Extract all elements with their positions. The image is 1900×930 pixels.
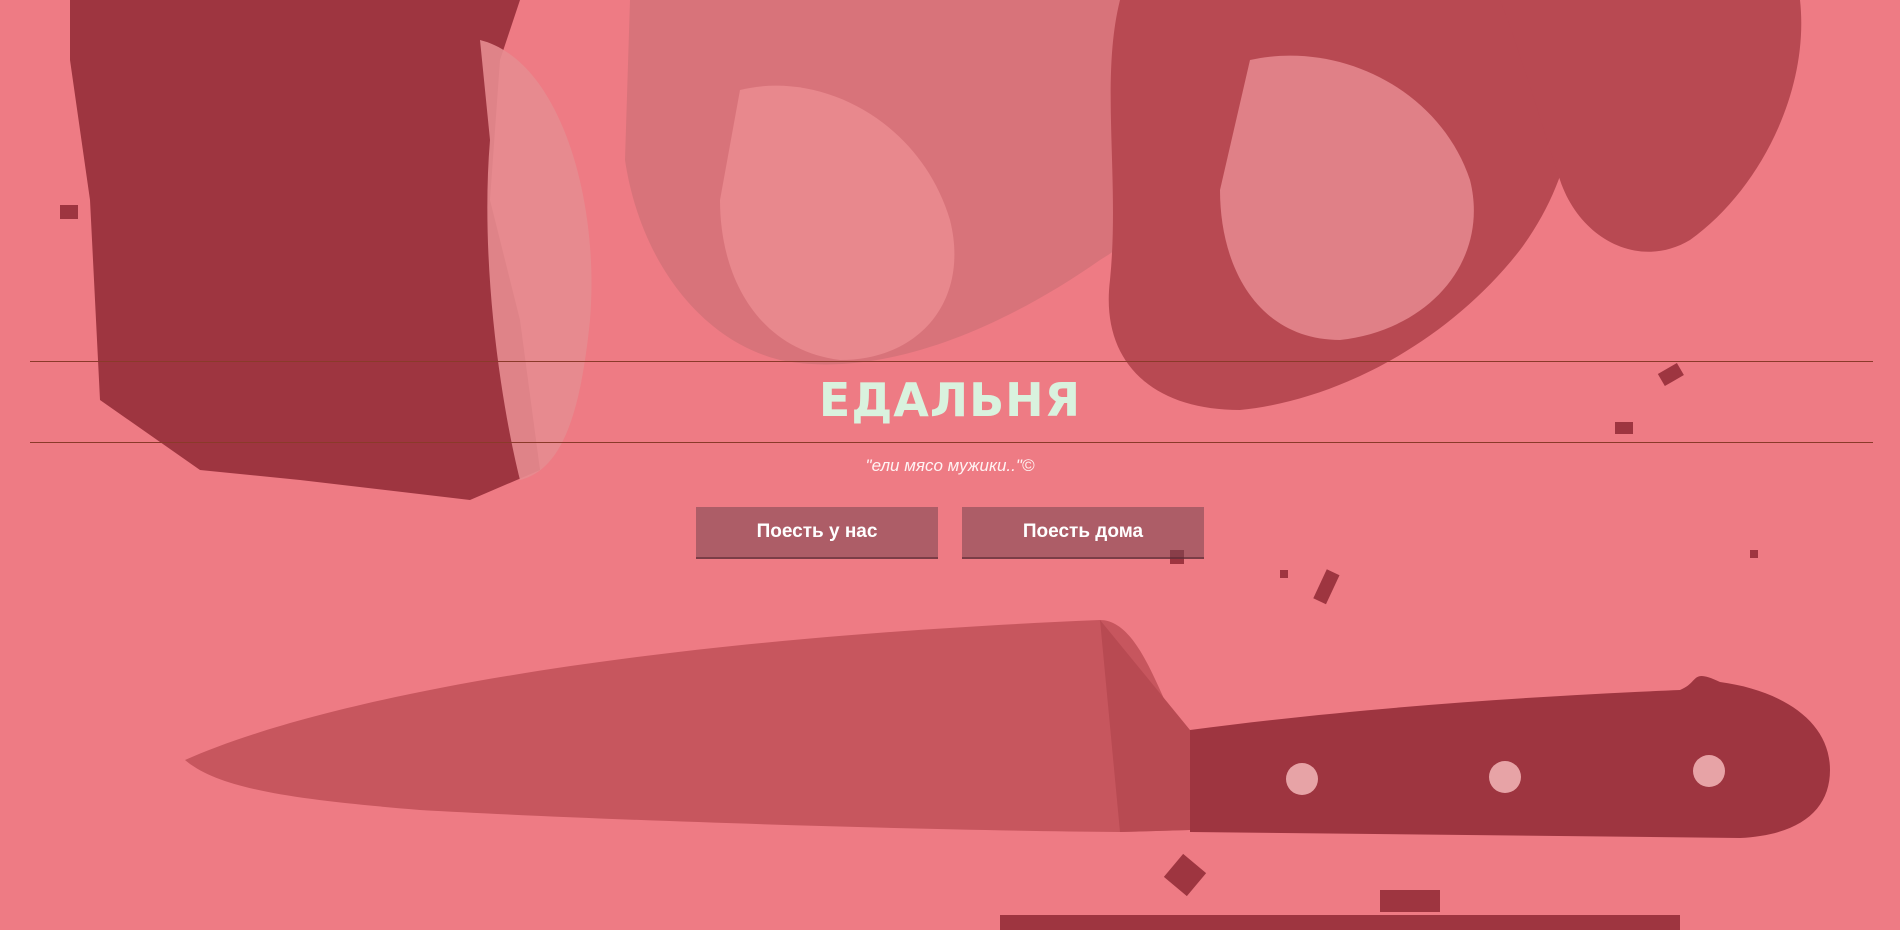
hero-section: ЕДАЛЬНЯ "ели мясо мужики.."© Поесть у на… [0,0,1900,930]
eat-here-button[interactable]: Поесть у нас [696,507,938,559]
eat-home-button[interactable]: Поесть дома [962,507,1204,559]
title-top-divider [30,361,1873,362]
site-title: ЕДАЛЬНЯ [818,373,1082,427]
site-tagline: "ели мясо мужики.."© [865,456,1035,475]
cta-buttons: Поесть у нас Поесть дома [0,507,1900,559]
title-bottom-divider [30,442,1873,443]
